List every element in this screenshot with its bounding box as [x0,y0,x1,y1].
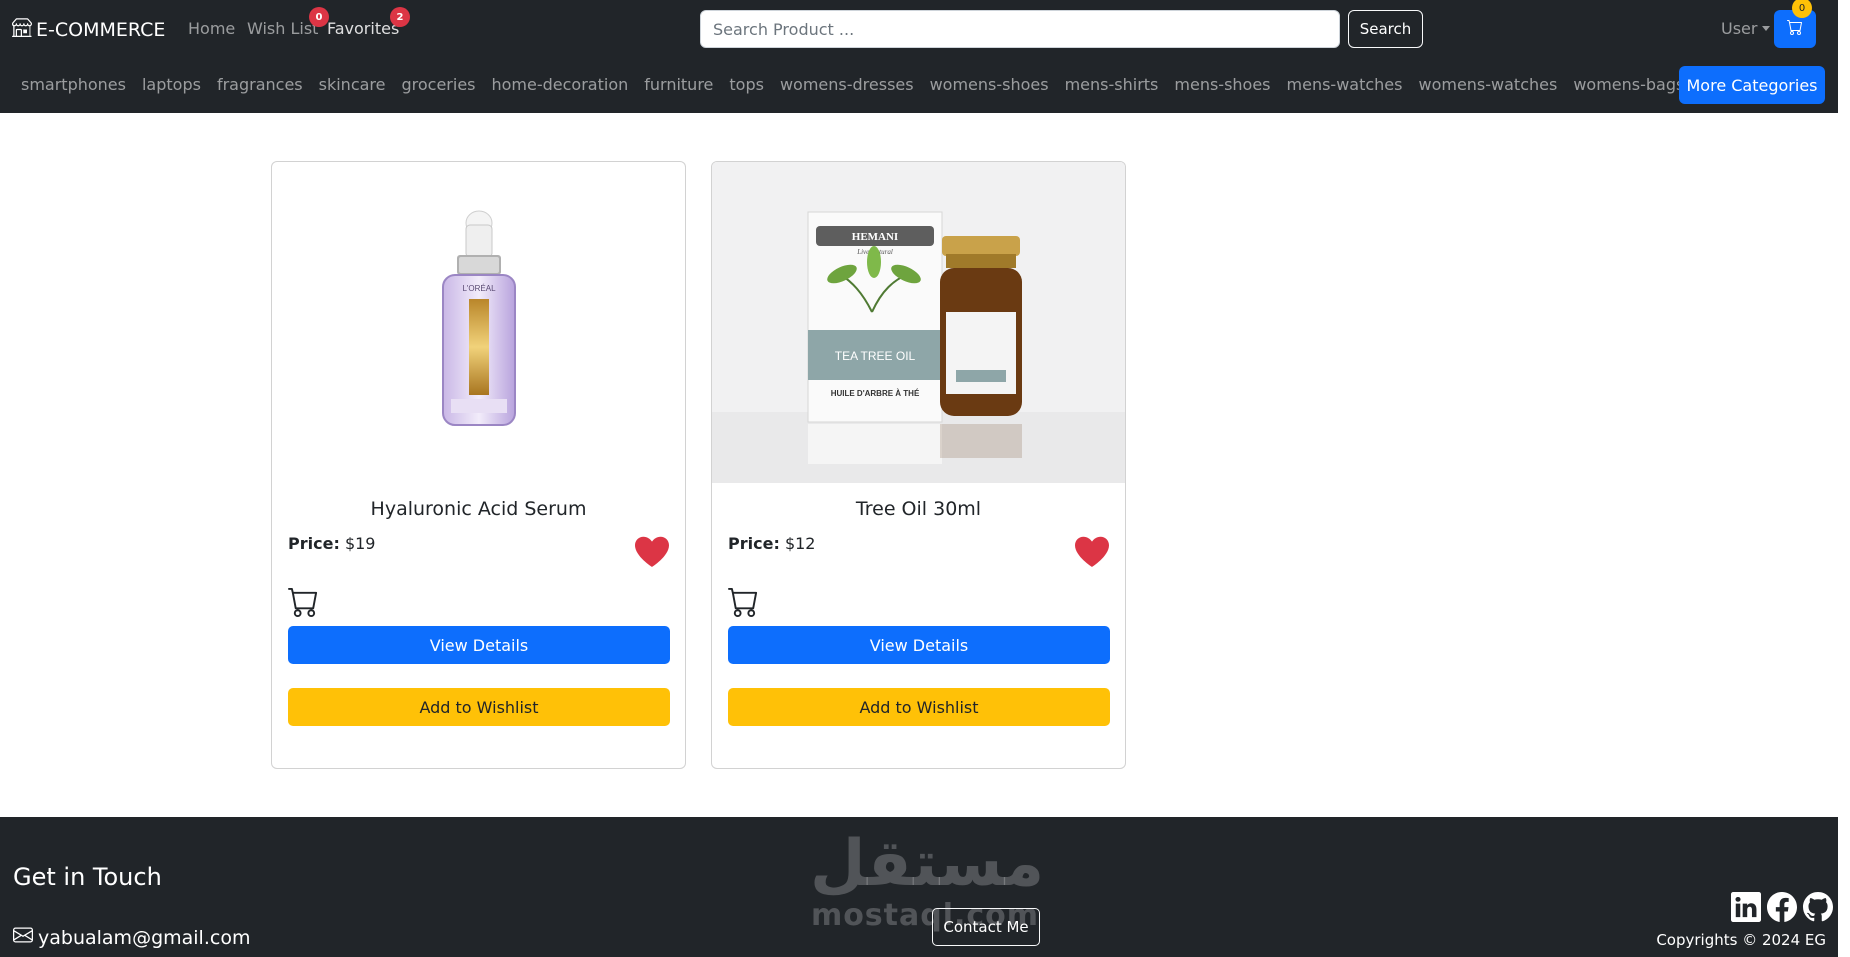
navbar: E-COMMERCE Home Wish List 0 Favorites 2 … [0,0,1838,113]
user-dropdown-label: User [1721,19,1758,38]
product-image: HEMANI Live Natural TEA TREE OIL HUILE D… [712,162,1125,483]
user-dropdown[interactable]: User [1721,19,1771,38]
category-link[interactable]: mens-shoes [1174,75,1270,94]
category-link[interactable]: mens-watches [1287,75,1403,94]
category-link[interactable]: fragrances [217,75,303,94]
view-details-button[interactable]: View Details [288,626,670,664]
price-value: $12 [784,534,816,553]
category-link[interactable]: womens-watches [1418,75,1557,94]
add-to-cart-icon[interactable] [288,586,319,621]
copyright-text: Copyrights © 2024 EG [1656,931,1826,949]
product-card: L'ORÉAL Hyaluronic Acid Serum Price: $19… [271,161,686,769]
email-link[interactable]: yabualam@gmail.com [13,925,250,950]
price-value: $19 [344,534,376,553]
nav-home-link[interactable]: Home [188,19,235,38]
nav-favorites-link[interactable]: Favorites [327,19,399,38]
search-input[interactable] [700,10,1340,48]
more-categories-button[interactable]: More Categories [1679,66,1825,104]
serum-brand-text: L'ORÉAL [462,284,496,293]
category-link[interactable]: womens-dresses [780,75,914,94]
product-price: Price: $19 [288,534,375,553]
brand-link[interactable]: E-COMMERCE [11,17,166,42]
price-label: Price: [728,534,780,553]
envelope-icon [13,925,38,950]
product-price: Price: $12 [728,534,815,553]
category-link[interactable]: tops [729,75,764,94]
view-details-button[interactable]: View Details [728,626,1110,664]
category-link[interactable]: womens-bags [1573,75,1684,94]
category-link[interactable]: womens-shoes [930,75,1049,94]
product-card: HEMANI Live Natural TEA TREE OIL HUILE D… [711,161,1126,769]
add-to-wishlist-button[interactable]: Add to Wishlist [288,688,670,726]
product-title: Tree Oil 30ml [855,498,982,520]
github-icon[interactable] [1803,892,1833,922]
category-link[interactable]: laptops [142,75,201,94]
category-link[interactable]: smartphones [21,75,126,94]
category-link[interactable]: mens-shirts [1065,75,1159,94]
favorites-count-badge: 2 [390,7,410,27]
watermark-arabic: مستقل [810,827,1045,901]
category-link[interactable]: furniture [644,75,713,94]
category-link[interactable]: groceries [401,75,475,94]
category-link[interactable]: skincare [319,75,386,94]
linkedin-icon[interactable] [1731,892,1761,922]
email-text: yabualam@gmail.com [38,926,251,949]
footer-heading: Get in Touch [13,863,162,891]
product-title: Hyaluronic Acid Serum [370,498,587,520]
facebook-icon[interactable] [1767,892,1797,922]
cart-icon [1787,19,1803,39]
footer: Get in Touch yabualam@gmail.com مستقل mo… [0,817,1838,957]
social-links [1731,892,1833,922]
contact-me-button[interactable]: Contact Me [932,908,1040,946]
price-label: Price: [288,534,340,553]
category-link[interactable]: home-decoration [492,75,629,94]
heart-icon[interactable] [635,536,669,572]
nav-wishlist-link[interactable]: Wish List [247,19,318,38]
heart-icon[interactable] [1075,536,1109,572]
category-list: smartphones laptops fragrances skincare … [0,66,1684,102]
add-to-wishlist-button[interactable]: Add to Wishlist [728,688,1110,726]
add-to-cart-icon[interactable] [728,586,759,621]
caret-down-icon [1762,26,1771,31]
product-image: L'ORÉAL [272,162,685,483]
search-button[interactable]: Search [1348,10,1423,48]
wishlist-count-badge: 0 [309,7,329,27]
box-label-text: TEA TREE OIL [835,349,916,363]
brand-label: E-COMMERCE [36,18,166,41]
shop-icon [11,17,36,42]
box-fr-text: HUILE D'ARBRE À THÉ [831,389,920,398]
box-brand-text: HEMANI [852,231,898,243]
